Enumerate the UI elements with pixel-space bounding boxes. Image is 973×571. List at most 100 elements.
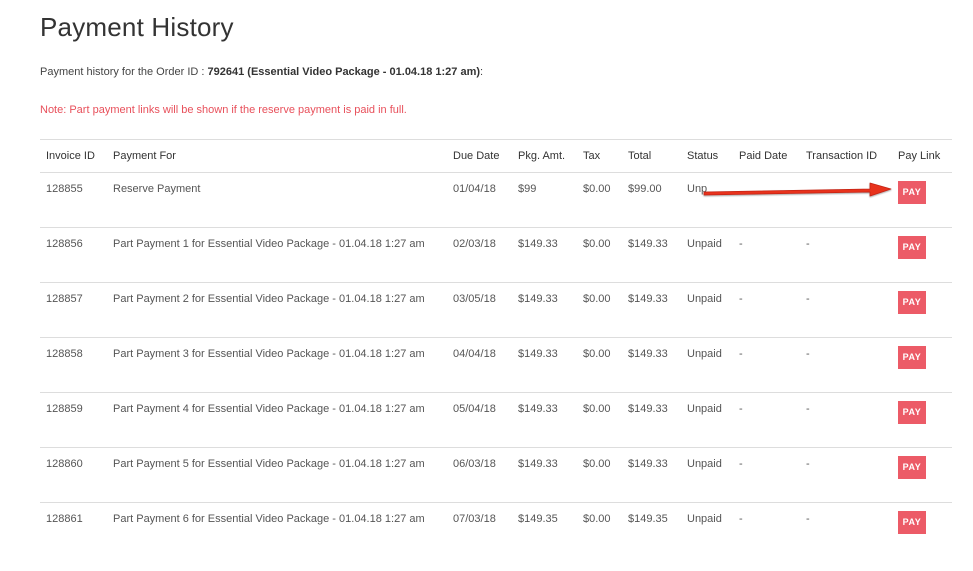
- cell-total: $149.33: [622, 447, 681, 503]
- cell-transaction-id: -: [800, 227, 892, 283]
- pay-button[interactable]: PAY: [898, 181, 926, 204]
- order-prefix: Payment history for the Order ID :: [40, 66, 208, 78]
- cell-payment-for: Part Payment 3 for Essential Video Packa…: [107, 337, 447, 393]
- cell-status: Unpaid: [681, 447, 733, 503]
- table-row: 128857 Part Payment 2 for Essential Vide…: [40, 282, 952, 338]
- header-paid-date: Paid Date: [733, 139, 800, 173]
- cell-tax: $0.00: [577, 172, 622, 228]
- table-row: 128859 Part Payment 4 for Essential Vide…: [40, 392, 952, 448]
- cell-status: Unpaid: [681, 282, 733, 338]
- cell-paid-date: -: [733, 447, 800, 503]
- cell-pkg-amt: $149.33: [512, 447, 577, 503]
- cell-pkg-amt: $99: [512, 172, 577, 228]
- header-total: Total: [622, 139, 681, 173]
- cell-transaction-id: -: [806, 513, 810, 525]
- cell-due-date: 02/03/18: [447, 227, 512, 283]
- cell-due-date: 07/03/18: [453, 513, 496, 525]
- cell-pkg-amt: $149.33: [512, 337, 577, 393]
- cell-pkg-amt: $149.35: [518, 513, 558, 525]
- cell-pay-link: PAY: [892, 227, 952, 283]
- table-row: 128856 Part Payment 1 for Essential Vide…: [40, 227, 952, 283]
- cell-pay-link: PAY: [892, 282, 952, 338]
- table-row: 128860 Part Payment 5 for Essential Vide…: [40, 447, 952, 503]
- cell-total: $149.33: [622, 282, 681, 338]
- header-status: Status: [681, 139, 733, 173]
- order-suffix: :: [480, 66, 484, 78]
- header-due-date: Due Date: [447, 139, 512, 173]
- cell-invoice-id: 128855: [40, 172, 107, 228]
- cell-invoice-id: 128861: [46, 513, 83, 525]
- cell-payment-for: Part Payment 6 for Essential Video Packa…: [113, 513, 425, 525]
- pay-button[interactable]: PAY: [898, 401, 926, 424]
- header-pay-link: Pay Link: [892, 139, 952, 173]
- cell-paid-date: -: [739, 513, 743, 525]
- pay-button[interactable]: PAY: [898, 236, 926, 259]
- header-invoice-id: Invoice ID: [40, 139, 107, 173]
- cell-pay-link: PAY: [892, 337, 952, 393]
- cell-paid-date: [733, 172, 800, 228]
- cell-status: Unpaid: [681, 227, 733, 283]
- cell-invoice-id: 128856: [40, 227, 107, 283]
- pay-button[interactable]: PAY: [898, 511, 926, 534]
- cell-total: $99.00: [622, 172, 681, 228]
- cell-due-date: 06/03/18: [447, 447, 512, 503]
- cell-pay-link: PAY: [892, 447, 952, 503]
- pay-button[interactable]: PAY: [898, 456, 926, 479]
- cell-status: Unpaid: [681, 337, 733, 393]
- header-pkg-amt: Pkg. Amt.: [512, 139, 577, 173]
- cell-tax: $0.00: [577, 447, 622, 503]
- header-payment-for: Payment For: [107, 139, 447, 173]
- cell-tax: $0.00: [577, 392, 622, 448]
- cell-payment-for: Reserve Payment: [107, 172, 447, 228]
- cell-due-date: 05/04/18: [447, 392, 512, 448]
- cell-transaction-id: -: [800, 282, 892, 338]
- cell-paid-date: -: [733, 392, 800, 448]
- table-row: 128858 Part Payment 3 for Essential Vide…: [40, 337, 952, 393]
- cell-transaction-id: -: [800, 392, 892, 448]
- cell-total: $149.35: [628, 513, 668, 525]
- payment-history-table: Invoice ID Payment For Due Date Pkg. Amt…: [40, 139, 952, 558]
- cell-due-date: 03/05/18: [447, 282, 512, 338]
- cell-due-date: 01/04/18: [447, 172, 512, 228]
- page-title: Payment History: [40, 12, 234, 42]
- cell-total: $149.33: [622, 392, 681, 448]
- cell-invoice-id: 128859: [40, 392, 107, 448]
- cell-total: $149.33: [622, 227, 681, 283]
- order-detail: 792641 (Essential Video Package - 01.04.…: [207, 66, 481, 78]
- cell-status: Unpaid: [681, 392, 733, 448]
- cell-status: Unpaid: [687, 513, 722, 525]
- table-row: 128855 Reserve Payment 01/04/18 $99 $0.0…: [40, 172, 952, 228]
- cell-transaction-id: [800, 172, 892, 228]
- pay-button[interactable]: PAY: [898, 291, 926, 314]
- cell-total: $149.33: [622, 337, 681, 393]
- cell-tax: $0.00: [583, 513, 611, 525]
- table-row: 128861 Part Payment 6 for Essential Vide…: [40, 503, 952, 558]
- cell-pay-link: PAY: [892, 503, 952, 558]
- cell-payment-for: Part Payment 2 for Essential Video Packa…: [107, 282, 447, 338]
- cell-paid-date: -: [733, 227, 800, 283]
- cell-tax: $0.00: [577, 337, 622, 393]
- cell-pkg-amt: $149.33: [512, 392, 577, 448]
- header-tax: Tax: [577, 139, 622, 173]
- cell-tax: $0.00: [577, 282, 622, 338]
- cell-status: Unp: [681, 172, 733, 228]
- cell-transaction-id: -: [800, 337, 892, 393]
- cell-pkg-amt: $149.33: [512, 227, 577, 283]
- part-payment-note: Note: Part payment links will be shown i…: [40, 104, 407, 116]
- cell-paid-date: -: [733, 282, 800, 338]
- header-transaction-id: Transaction ID: [800, 139, 892, 173]
- table-header-row: Invoice ID Payment For Due Date Pkg. Amt…: [40, 139, 952, 173]
- cell-transaction-id: -: [800, 447, 892, 503]
- cell-paid-date: -: [733, 337, 800, 393]
- cell-invoice-id: 128860: [40, 447, 107, 503]
- cell-payment-for: Part Payment 5 for Essential Video Packa…: [107, 447, 447, 503]
- cell-payment-for: Part Payment 4 for Essential Video Packa…: [107, 392, 447, 448]
- pay-button[interactable]: PAY: [898, 346, 926, 369]
- cell-due-date: 04/04/18: [447, 337, 512, 393]
- cell-pkg-amt: $149.33: [512, 282, 577, 338]
- order-description: Payment history for the Order ID : 79264…: [40, 66, 483, 78]
- cell-tax: $0.00: [577, 227, 622, 283]
- cell-payment-for: Part Payment 1 for Essential Video Packa…: [107, 227, 447, 283]
- cell-pay-link: PAY: [892, 172, 952, 228]
- cell-invoice-id: 128857: [40, 282, 107, 338]
